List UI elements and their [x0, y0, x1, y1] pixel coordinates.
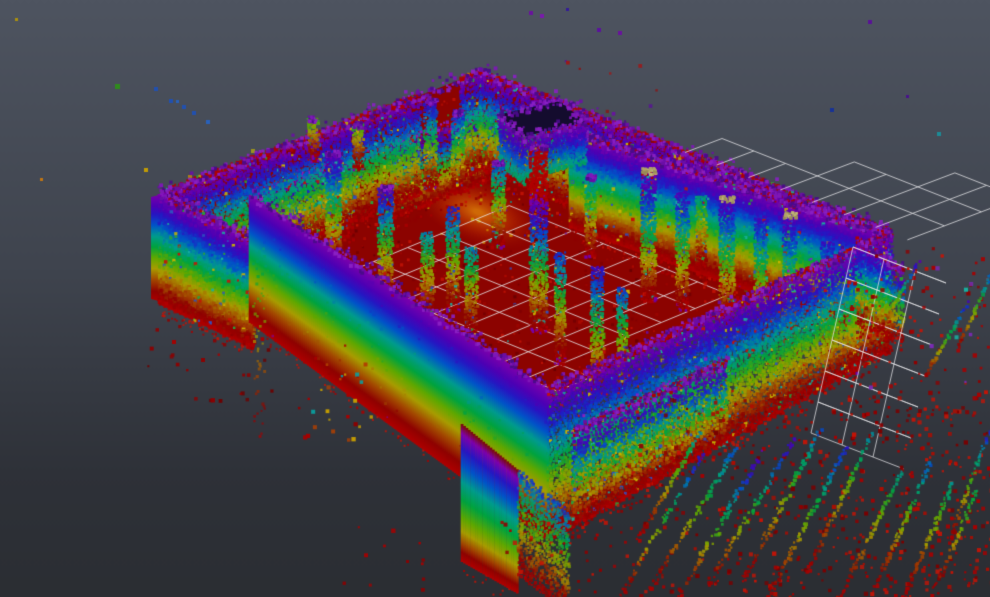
pointcloud-canvas[interactable] [0, 0, 990, 597]
3d-viewport[interactable] [0, 0, 990, 597]
